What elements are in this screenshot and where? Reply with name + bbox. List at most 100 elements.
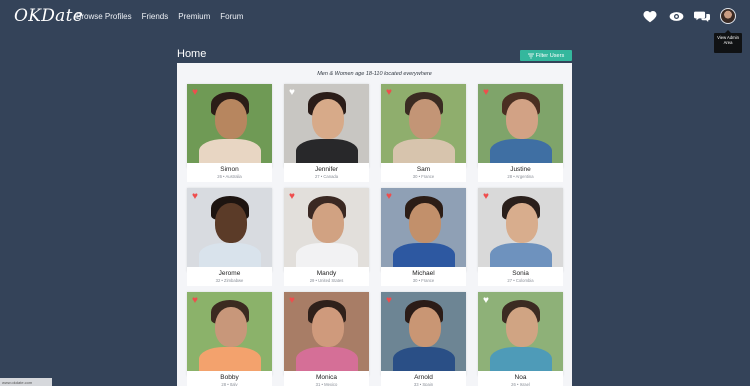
photo-shoulders: [393, 243, 455, 267]
page-title: Home: [177, 48, 207, 60]
favorite-heart-icon[interactable]: ♥: [192, 296, 198, 306]
favorite-heart-icon[interactable]: ♥: [386, 296, 392, 306]
profile-card[interactable]: ♥ Noa 26 • Israel: [478, 292, 563, 386]
profile-label: Arnold 33 • Spain: [381, 371, 466, 386]
profile-name[interactable]: Jerome: [187, 267, 272, 277]
profile-info: 32 • Zimbabwe: [215, 278, 244, 283]
photo-face: [506, 307, 538, 347]
photo-shoulders: [490, 139, 552, 163]
chat-icon[interactable]: [694, 8, 710, 24]
nav-browse-profiles[interactable]: Browse Profiles: [76, 12, 132, 21]
photo-face: [506, 203, 538, 243]
photo-face: [409, 203, 441, 243]
filter-users-button[interactable]: Filter Users: [520, 50, 572, 61]
photo-face: [506, 99, 538, 139]
profile-label: Sam 30 • France: [381, 163, 466, 182]
profile-card[interactable]: ♥ Sonia 27 • Colombia: [478, 188, 563, 286]
profile-name[interactable]: Bobby: [187, 371, 272, 381]
profile-name[interactable]: Michael: [381, 267, 466, 277]
browser-status-bar: www.okdate.com: [0, 378, 52, 386]
profile-photo[interactable]: ♥: [478, 188, 563, 267]
profile-photo[interactable]: ♥: [187, 188, 272, 267]
photo-face: [312, 99, 344, 139]
profile-info: 26 • Australia: [217, 174, 242, 179]
favorite-heart-icon[interactable]: ♥: [483, 192, 489, 202]
profile-name[interactable]: Simon: [187, 163, 272, 173]
profile-info: 31 • Mexico: [315, 382, 338, 386]
eye-icon[interactable]: [668, 8, 684, 24]
profile-photo[interactable]: ♥: [284, 188, 369, 267]
profile-info: 30 • France: [412, 174, 435, 179]
favorite-heart-icon[interactable]: ♥: [289, 192, 295, 202]
profile-info: 30 • France: [412, 278, 435, 283]
profile-label: Monica 31 • Mexico: [284, 371, 369, 386]
profile-info: 28 • Italy: [221, 382, 238, 386]
profile-name[interactable]: Sonia: [478, 267, 563, 277]
profile-photo[interactable]: ♥: [284, 84, 369, 163]
profile-card[interactable]: ♥ Mandy 29 • United States: [284, 188, 369, 286]
user-avatar[interactable]: [720, 8, 736, 24]
profile-info: 26 • Israel: [511, 382, 530, 386]
profile-name[interactable]: Sam: [381, 163, 466, 173]
favorite-heart-icon[interactable]: ♥: [289, 296, 295, 306]
profile-name[interactable]: Justine: [478, 163, 563, 173]
nav-forum[interactable]: Forum: [220, 12, 243, 21]
filter-icon: [527, 53, 534, 58]
profile-card[interactable]: ♥ Michael 30 • France: [381, 188, 466, 286]
photo-shoulders: [393, 347, 455, 371]
avatar-icon: [720, 8, 736, 24]
profile-photo[interactable]: ♥: [381, 292, 466, 371]
profile-card[interactable]: ♥ Jerome 32 • Zimbabwe: [187, 188, 272, 286]
site-logo[interactable]: OKDate: [14, 6, 83, 26]
profile-card[interactable]: ♥ Justine 28 • Argentina: [478, 84, 563, 182]
profile-name[interactable]: Jennifer: [284, 163, 369, 173]
profile-label: Sonia 27 • Colombia: [478, 267, 563, 286]
profile-name[interactable]: Arnold: [381, 371, 466, 381]
profile-photo[interactable]: ♥: [187, 84, 272, 163]
main-nav: Browse Profiles Friends Premium Forum: [76, 12, 243, 21]
profile-photo[interactable]: ♥: [381, 188, 466, 267]
photo-face: [215, 203, 247, 243]
profile-photo[interactable]: ♥: [187, 292, 272, 371]
profile-photo[interactable]: ♥: [284, 292, 369, 371]
photo-shoulders: [199, 139, 261, 163]
profile-card[interactable]: ♥ Sam 30 • France: [381, 84, 466, 182]
photo-face: [409, 99, 441, 139]
profile-name[interactable]: Monica: [284, 371, 369, 381]
favorite-heart-icon[interactable]: ♥: [289, 88, 295, 98]
photo-shoulders: [199, 243, 261, 267]
favorite-heart-icon[interactable]: ♥: [386, 192, 392, 202]
profile-label: Michael 30 • France: [381, 267, 466, 286]
photo-shoulders: [199, 347, 261, 371]
favorite-heart-icon[interactable]: ♥: [386, 88, 392, 98]
favorite-heart-icon[interactable]: ♥: [483, 88, 489, 98]
profile-info: 33 • Spain: [413, 382, 434, 386]
nav-premium[interactable]: Premium: [178, 12, 210, 21]
heart-icon[interactable]: [642, 8, 658, 24]
favorite-heart-icon[interactable]: ♥: [192, 88, 198, 98]
profile-card[interactable]: ♥ Jennifer 27 • Canada: [284, 84, 369, 182]
profile-photo[interactable]: ♥: [478, 292, 563, 371]
profile-label: Jerome 32 • Zimbabwe: [187, 267, 272, 286]
nav-friends[interactable]: Friends: [142, 12, 169, 21]
profile-card[interactable]: ♥ Monica 31 • Mexico: [284, 292, 369, 386]
profile-photo[interactable]: ♥: [478, 84, 563, 163]
profile-label: Mandy 29 • United States: [284, 267, 369, 286]
favorite-heart-icon[interactable]: ♥: [192, 192, 198, 202]
photo-shoulders: [393, 139, 455, 163]
profile-name[interactable]: Noa: [478, 371, 563, 381]
photo-shoulders: [296, 139, 358, 163]
filter-users-label: Filter Users: [535, 52, 565, 59]
photo-shoulders: [296, 243, 358, 267]
favorite-heart-icon[interactable]: ♥: [483, 296, 489, 306]
profile-photo[interactable]: ♥: [381, 84, 466, 163]
profile-card[interactable]: ♥ Bobby 28 • Italy: [187, 292, 272, 386]
profile-info: 27 • Canada: [314, 174, 339, 179]
nav-icons: [642, 8, 736, 24]
profile-name[interactable]: Mandy: [284, 267, 369, 277]
search-criteria-text: Men & Women age 18-110 located everywher…: [317, 71, 432, 77]
profile-info: 29 • United States: [309, 278, 344, 283]
profile-card[interactable]: ♥ Simon 26 • Australia: [187, 84, 272, 182]
profile-label: Jennifer 27 • Canada: [284, 163, 369, 182]
profile-card[interactable]: ♥ Arnold 33 • Spain: [381, 292, 466, 386]
